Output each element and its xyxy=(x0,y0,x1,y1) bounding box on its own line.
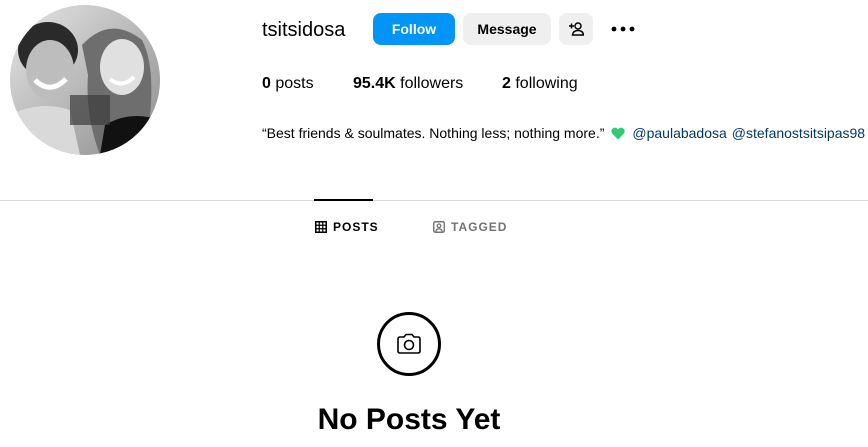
empty-state-icon-circle xyxy=(377,312,441,376)
profile-username: tsitsidosa xyxy=(262,19,346,41)
tab-posts-label: POSTS xyxy=(333,220,379,234)
following-count-value: 2 xyxy=(502,75,511,92)
followers-count-value: 95.4K xyxy=(353,75,396,92)
posts-count-value: 0 xyxy=(262,75,271,92)
profile-avatar[interactable] xyxy=(10,5,160,155)
follow-button[interactable]: Follow xyxy=(373,13,455,45)
followers-count-label: followers xyxy=(400,75,464,92)
bio-mention-link[interactable]: @stefanostsitsipas98 xyxy=(732,124,865,142)
green-heart-icon xyxy=(611,127,626,140)
posts-count-label: posts xyxy=(275,75,314,92)
tagged-user-icon xyxy=(433,221,445,233)
grid-icon xyxy=(315,221,327,233)
posts-count: 0 posts xyxy=(262,74,314,94)
message-button[interactable]: Message xyxy=(463,13,551,45)
following-link[interactable]: 2 following xyxy=(502,74,578,94)
active-tab-indicator xyxy=(314,199,373,201)
more-horizontal-icon xyxy=(611,26,635,32)
bio-mention-link[interactable]: @paulabadosa xyxy=(632,124,726,142)
tabs-divider xyxy=(0,200,868,201)
suggest-user-button[interactable] xyxy=(559,13,593,45)
profile-bio: “Best friends & soulmates. Nothing less;… xyxy=(262,124,865,142)
profile-page: tsitsidosa Follow Message 0 posts 95.4K … xyxy=(0,0,868,447)
followers-link[interactable]: 95.4K followers xyxy=(353,74,463,94)
tab-tagged-label: TAGGED xyxy=(451,220,508,234)
tab-posts[interactable]: POSTS xyxy=(315,219,379,235)
more-options-button[interactable] xyxy=(603,13,643,45)
empty-state-title: No Posts Yet xyxy=(317,403,501,436)
person-add-icon xyxy=(568,21,584,37)
tab-tagged[interactable]: TAGGED xyxy=(433,219,507,235)
following-count-label: following xyxy=(515,75,578,92)
bio-text: “Best friends & soulmates. Nothing less;… xyxy=(262,125,605,141)
avatar-photo xyxy=(10,5,160,155)
camera-icon xyxy=(396,333,422,355)
